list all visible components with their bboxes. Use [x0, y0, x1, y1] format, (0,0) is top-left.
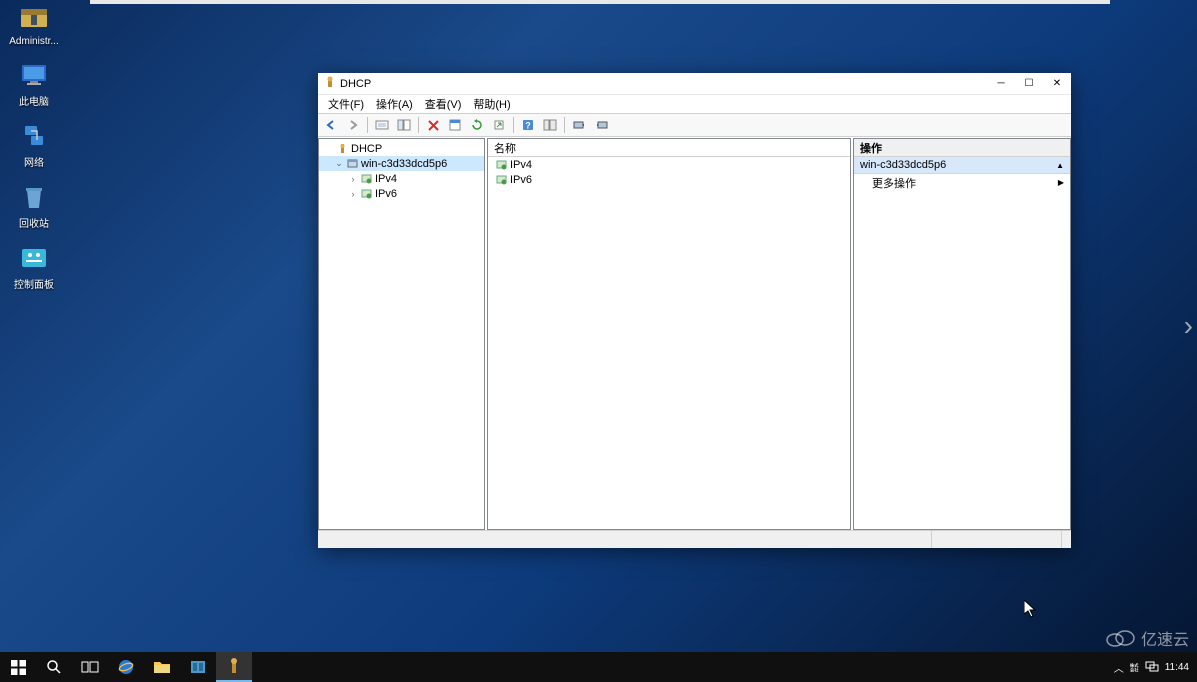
ipv6-icon: [359, 188, 373, 199]
tray-clock[interactable]: 11:44: [1165, 662, 1189, 673]
tray-ime-icon[interactable]: ㍿: [1130, 661, 1139, 674]
control-panel-icon: [17, 244, 51, 274]
back-button[interactable]: [321, 116, 341, 134]
collapse-icon: ▲: [1056, 161, 1064, 170]
actions-more-operations[interactable]: 更多操作 ▶: [854, 174, 1070, 191]
options-button[interactable]: [540, 116, 560, 134]
properties-button[interactable]: [445, 116, 465, 134]
list-item-ipv4[interactable]: IPv4: [488, 157, 850, 172]
close-button[interactable]: ✕: [1043, 74, 1071, 94]
task-view-button[interactable]: [72, 652, 108, 682]
tree-pane[interactable]: DHCP ⌄ win-c3d33dcd5p6 › IPv4 › IPv6: [318, 138, 485, 530]
content-panes: DHCP ⌄ win-c3d33dcd5p6 › IPv4 › IPv6 名称: [318, 137, 1071, 530]
mouse-cursor: [1024, 600, 1038, 618]
desktop-icon-label: 回收站: [19, 215, 49, 230]
next-slide-button[interactable]: ›: [1184, 310, 1193, 342]
desktop-icon-admin-tools[interactable]: Administr...: [4, 4, 64, 47]
ipv6-icon: [494, 174, 508, 185]
menubar: 文件(F) 操作(A) 查看(V) 帮助(H): [318, 95, 1071, 113]
desktop: Administr... 此电脑 网络 回收站 控制面板: [4, 4, 64, 305]
watermark: 亿速云: [1105, 626, 1189, 650]
search-button[interactable]: [36, 652, 72, 682]
desktop-icon-label: Administr...: [9, 36, 58, 47]
actions-selected-label: win-c3d33dcd5p6: [860, 159, 946, 171]
menu-view[interactable]: 查看(V): [419, 96, 468, 112]
actions-selected-item[interactable]: win-c3d33dcd5p6 ▲: [854, 157, 1070, 174]
desktop-icon-label: 此电脑: [19, 93, 49, 108]
server-icon: [345, 158, 359, 169]
dhcp-window: DHCP ─ ☐ ✕ 文件(F) 操作(A) 查看(V) 帮助(H) ?: [318, 73, 1071, 548]
desktop-icon-label: 控制面板: [14, 276, 54, 291]
forward-button[interactable]: [343, 116, 363, 134]
watermark-text: 亿速云: [1141, 626, 1189, 650]
desktop-icon-control-panel[interactable]: 控制面板: [4, 244, 64, 291]
tray-overflow-button[interactable]: ︿: [1114, 660, 1124, 675]
list-pane[interactable]: 名称 IPv4 IPv6: [487, 138, 851, 530]
titlebar[interactable]: DHCP ─ ☐ ✕: [318, 73, 1071, 95]
actions-pane: 操作 win-c3d33dcd5p6 ▲ 更多操作 ▶: [853, 138, 1071, 530]
taskbar-explorer-button[interactable]: [144, 652, 180, 682]
export-button[interactable]: [489, 116, 509, 134]
recycle-bin-icon: [17, 183, 51, 213]
authorize-button[interactable]: [569, 116, 589, 134]
window-title: DHCP: [340, 78, 987, 90]
expand-icon[interactable]: ›: [347, 174, 359, 184]
server-manager-icon: [17, 4, 51, 34]
toolbar: ?: [318, 113, 1071, 137]
delete-button[interactable]: [423, 116, 443, 134]
start-button[interactable]: [0, 652, 36, 682]
show-hide-button[interactable]: [394, 116, 414, 134]
desktop-icon-network[interactable]: 网络: [4, 122, 64, 169]
minimize-button[interactable]: ─: [987, 74, 1015, 94]
taskbar-dhcp-button[interactable]: [216, 652, 252, 682]
submenu-icon: ▶: [1058, 178, 1064, 187]
statusbar: [318, 530, 1071, 548]
pc-icon: [17, 61, 51, 91]
tree-label: DHCP: [351, 143, 382, 155]
menu-help[interactable]: 帮助(H): [467, 96, 516, 112]
actions-more-label: 更多操作: [872, 175, 916, 191]
tree-root-dhcp[interactable]: DHCP: [319, 141, 484, 156]
ipv4-icon: [494, 159, 508, 170]
list-item-ipv6[interactable]: IPv6: [488, 172, 850, 187]
taskbar-ie-button[interactable]: [108, 652, 144, 682]
collapse-icon[interactable]: ⌄: [333, 158, 345, 169]
help-button[interactable]: ?: [518, 116, 538, 134]
tree-server[interactable]: ⌄ win-c3d33dcd5p6: [319, 156, 484, 171]
menu-action[interactable]: 操作(A): [370, 96, 419, 112]
dhcp-icon: [335, 143, 349, 154]
maximize-button[interactable]: ☐: [1015, 74, 1043, 94]
tree-label: IPv6: [375, 188, 397, 200]
tray-network-icon[interactable]: [1145, 660, 1159, 675]
list-header-name[interactable]: 名称: [488, 139, 850, 157]
taskbar-server-manager-button[interactable]: [180, 652, 216, 682]
list-item-label: IPv4: [510, 159, 532, 171]
list-item-label: IPv6: [510, 174, 532, 186]
network-icon: [17, 122, 51, 152]
tree-ipv6[interactable]: › IPv6: [319, 186, 484, 201]
desktop-icon-this-pc[interactable]: 此电脑: [4, 61, 64, 108]
tree-label: win-c3d33dcd5p6: [361, 158, 447, 170]
expand-icon[interactable]: ›: [347, 189, 359, 199]
menu-file[interactable]: 文件(F): [322, 96, 370, 112]
tree-label: IPv4: [375, 173, 397, 185]
ipv4-icon: [359, 173, 373, 184]
desktop-icon-label: 网络: [24, 154, 44, 169]
desktop-icon-recycle-bin[interactable]: 回收站: [4, 183, 64, 230]
system-tray: ︿ ㍿ 11:44: [1114, 660, 1197, 675]
svg-text:?: ?: [525, 121, 531, 131]
actions-header: 操作: [854, 139, 1070, 157]
taskbar: ︿ ㍿ 11:44: [0, 652, 1197, 682]
unauthorize-button[interactable]: [591, 116, 611, 134]
tree-ipv4[interactable]: › IPv4: [319, 171, 484, 186]
refresh-button[interactable]: [467, 116, 487, 134]
dhcp-app-icon: [324, 75, 336, 93]
up-button[interactable]: [372, 116, 392, 134]
